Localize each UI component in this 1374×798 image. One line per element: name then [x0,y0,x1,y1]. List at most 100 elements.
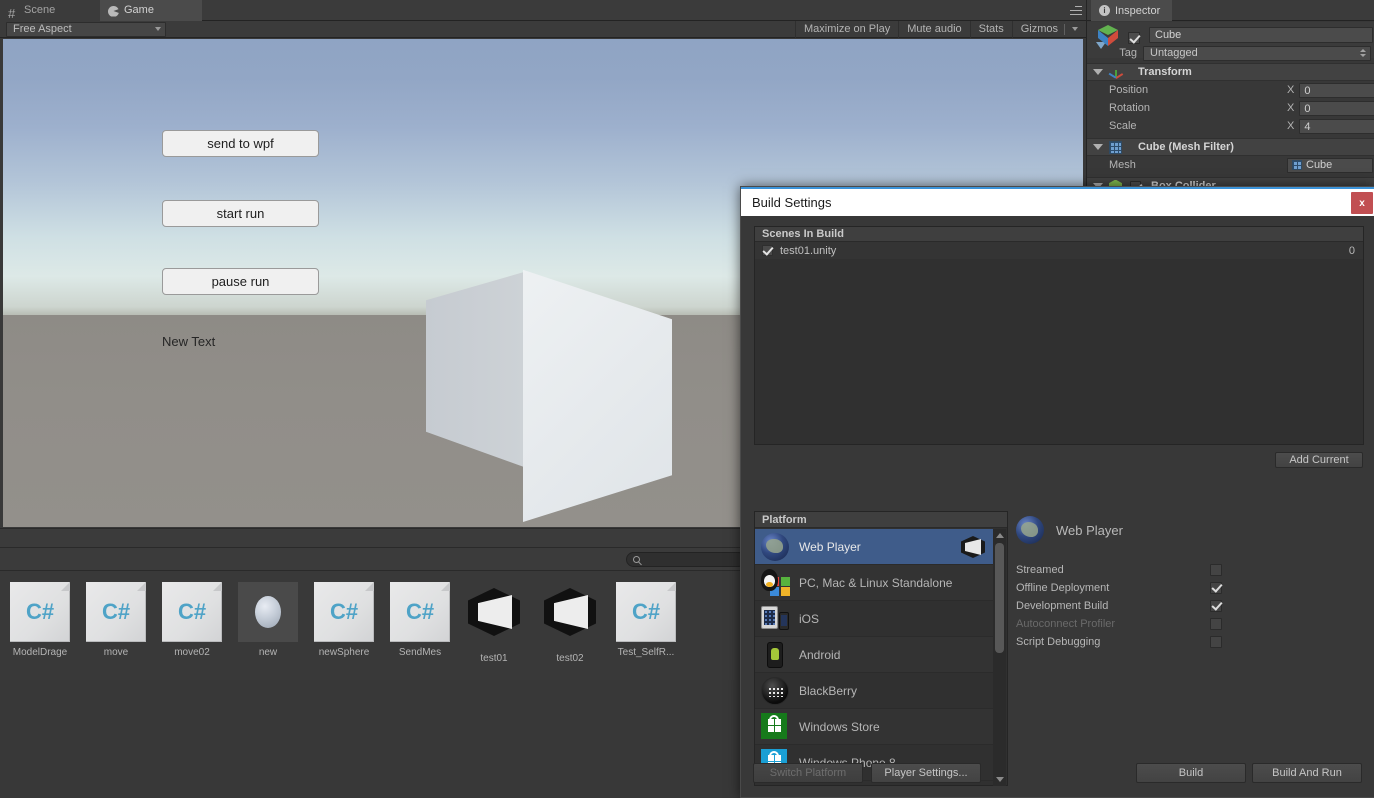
stats-button[interactable]: Stats [969,20,1012,38]
platform-row-android[interactable]: Android [755,637,995,673]
asset-item[interactable]: test02 [532,582,608,664]
option-offline-deployment[interactable]: Offline Deployment [1016,579,1362,597]
mesh-object-field[interactable]: Cube [1287,157,1373,173]
csharp-script-icon [616,582,676,642]
scroll-up-arrow-icon[interactable] [996,533,1004,538]
position-label: Position [1109,84,1149,96]
component-header-mesh-filter[interactable]: Cube (Mesh Filter) [1087,138,1374,156]
start-run-button[interactable]: start run [162,200,319,227]
add-current-button[interactable]: Add Current [1275,452,1363,468]
asset-label: newSphere [318,647,370,658]
component-header-transform[interactable]: Transform [1087,63,1374,81]
csharp-script-icon [162,582,222,642]
build-settings-titlebar[interactable]: Build Settings x [741,187,1374,216]
scene-row[interactable]: test01.unity 0 [755,242,1363,259]
unity-scene-icon [464,588,524,648]
platform-header-label: Platform [762,513,807,526]
option-checkbox[interactable] [1210,636,1222,648]
option-checkbox[interactable] [1210,600,1222,612]
option-checkbox[interactable] [1210,582,1222,594]
game-icon [108,5,120,17]
mesh-row: Mesh Cube [1087,156,1374,174]
platform-row-ios[interactable]: iOS [755,601,995,637]
mesh-small-icon [1292,160,1302,170]
platform-label: iOS [799,611,820,626]
tab-inspector[interactable]: i Inspector [1091,0,1173,21]
option-streamed[interactable]: Streamed [1016,561,1362,579]
scene-name: test01.unity [780,244,837,257]
build-settings-body: Scenes In Build test01.unity 0 Add Curre… [741,216,1374,797]
view-tabstrip: Scene Game [0,0,1086,21]
hash-icon [8,5,20,17]
close-icon[interactable]: x [1351,192,1373,214]
rotation-axis-x-label: X [1287,102,1295,114]
asset-item[interactable]: ModelDrage [2,582,78,658]
scenes-in-build-list[interactable]: Scenes In Build test01.unity 0 [754,226,1364,445]
transform-rotation-row: Rotation X 0 [1087,99,1374,117]
platform-list-box: Platform Web Player PC, Mac & Linux Stan… [754,511,1008,786]
gizmos-chevron-down-icon[interactable] [1072,27,1078,31]
stats-label: Stats [978,22,1004,35]
asset-item[interactable]: newSphere [306,582,382,658]
view-options-menu-icon[interactable] [1064,3,1082,18]
scene-enabled-checkbox[interactable] [762,245,773,256]
platform-label: PC, Mac & Linux Standalone [799,575,953,590]
start-run-label: start run [216,206,265,221]
mesh-filter-icon [1109,140,1122,154]
mute-audio-button[interactable]: Mute audio [898,20,969,38]
csharp-script-icon [390,582,450,642]
globe-icon [1016,516,1044,544]
platform-row-windows-store[interactable]: Windows Store [755,709,995,745]
platform-list-scrollbar[interactable] [993,529,1006,786]
platform-label: Windows Store [799,719,880,734]
asset-label: ModelDrage [12,647,68,658]
build-settings-footer: Switch Platform Player Settings... Build… [741,751,1374,797]
asset-item[interactable]: move02 [154,582,230,658]
asset-label: move02 [174,647,210,658]
object-name-field[interactable]: Cube [1149,27,1373,43]
platform-row-blackberry[interactable]: BlackBerry [755,673,995,709]
search-input[interactable] [626,552,746,567]
asset-label: Test_SelfR... [617,647,675,658]
option-script-debugging[interactable]: Script Debugging [1016,633,1362,651]
inspector-tabstrip: i Inspector [1087,0,1374,21]
platform-label: Web Player [799,539,861,554]
platform-header: Platform [755,512,1007,528]
tag-label: Tag [1119,47,1137,59]
asset-item[interactable]: move [78,582,154,658]
asset-item[interactable]: test01 [456,582,532,664]
position-x-field[interactable]: 0 [1299,82,1374,98]
option-autoconnect-profiler: Autoconnect Profiler [1016,615,1362,633]
asset-item[interactable]: SendMes [382,582,458,658]
rotation-x-field[interactable]: 0 [1299,100,1374,116]
foldout-icon[interactable] [1093,69,1103,75]
build-button[interactable]: Build [1136,763,1246,783]
tag-dropdown[interactable]: Untagged [1143,45,1371,61]
tab-game[interactable]: Game [100,0,202,21]
build-and-run-button[interactable]: Build And Run [1252,763,1362,783]
tag-value: Untagged [1150,47,1198,59]
option-checkbox[interactable] [1210,564,1222,576]
selected-platform-title-row: Web Player [1016,516,1362,544]
maximize-on-play-button[interactable]: Maximize on Play [795,20,898,38]
tab-scene[interactable]: Scene [0,0,100,21]
asset-item[interactable]: Test_SelfR... [608,582,684,658]
send-to-wpf-button[interactable]: send to wpf [162,130,319,157]
csharp-script-icon [314,582,374,642]
gizmos-button[interactable]: Gizmos [1011,20,1086,38]
asset-label: test01 [480,653,508,664]
player-settings-button[interactable]: Player Settings... [871,763,981,783]
option-development-build[interactable]: Development Build [1016,597,1362,615]
platform-row-pc-mac-linux[interactable]: PC, Mac & Linux Standalone [755,565,995,601]
aspect-ratio-dropdown[interactable]: Free Aspect [6,21,166,37]
scale-axis-x-label: X [1287,120,1295,132]
scrollbar-thumb[interactable] [995,543,1004,653]
foldout-icon[interactable] [1093,144,1103,150]
platform-row-web-player[interactable]: Web Player [755,529,995,565]
pause-run-button[interactable]: pause run [162,268,319,295]
search-icon [633,556,640,563]
platform-list[interactable]: Web Player PC, Mac & Linux Standalone iO… [755,529,995,786]
asset-item-selected[interactable]: new [230,582,306,658]
unity-logo-icon [961,536,985,558]
scale-x-field[interactable]: 4 [1299,118,1374,134]
